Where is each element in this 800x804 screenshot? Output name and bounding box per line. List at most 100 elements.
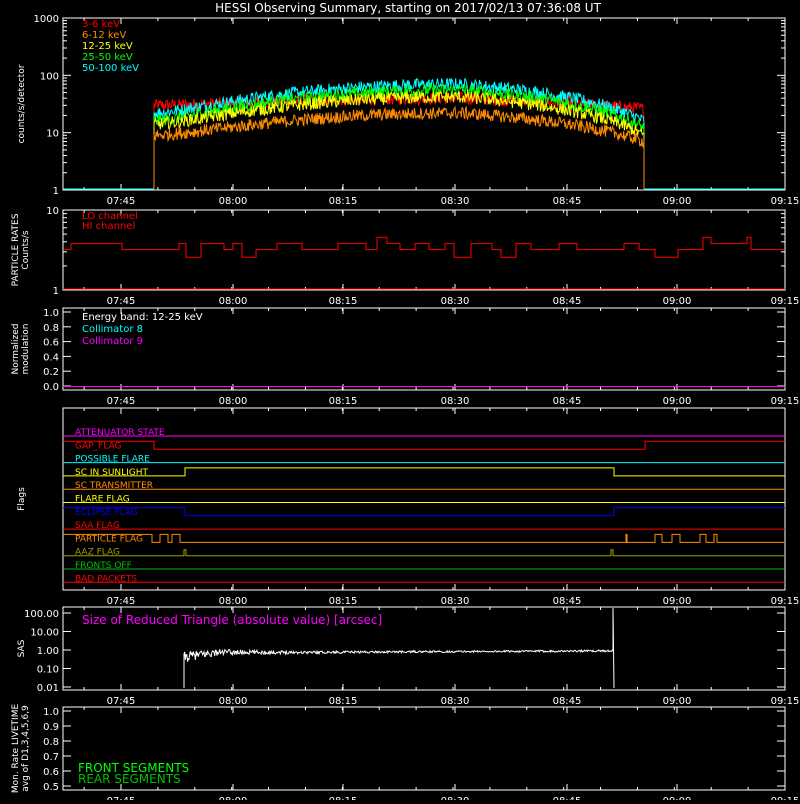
time-tick-label: 09:00 bbox=[663, 396, 692, 407]
time-tick-label: 09:00 bbox=[663, 796, 692, 800]
flag-trace bbox=[63, 440, 785, 450]
y-tick-label: 0.0 bbox=[43, 382, 59, 393]
flag-label: GAP_FLAG bbox=[75, 441, 121, 451]
time-tick-label: 09:00 bbox=[663, 296, 692, 307]
time-tick-label: 09:15 bbox=[771, 596, 800, 607]
y-tick-label: 100.00 bbox=[24, 609, 59, 620]
panel-modulation: 07:45 08:00 08:15 08:30 08:45 09:00 09:15 Norma… bbox=[11, 307, 800, 407]
y-tick-label: 0.9 bbox=[43, 722, 59, 733]
time-tick-label: 08:30 bbox=[441, 696, 470, 707]
flag-label: PARTICLE FLAG bbox=[75, 534, 143, 544]
time-tick-label: 08:00 bbox=[219, 396, 248, 407]
time-tick-label: 07:45 bbox=[107, 396, 136, 407]
time-tick-label: 09:00 bbox=[663, 596, 692, 607]
time-tick-label: 08:45 bbox=[553, 796, 582, 800]
time-tick-label: 09:00 bbox=[663, 196, 692, 207]
time-tick-label: 08:15 bbox=[329, 696, 358, 707]
panel-sas: 07:45 08:00 08:15 08:30 08:45 09:00 09:15 SAS 0.… bbox=[17, 606, 800, 707]
time-tick-label: 09:15 bbox=[771, 796, 800, 800]
y-tick-label: 1000 bbox=[34, 14, 59, 25]
y-tick-label: 10 bbox=[46, 129, 59, 140]
y-tick-label: 100 bbox=[40, 71, 59, 82]
series-line-6-12-keV bbox=[153, 105, 645, 190]
y-axis-label: Normalized bbox=[11, 323, 21, 374]
energy-band-annotation: Energy band: 12-25 keV bbox=[82, 312, 203, 323]
time-tick-label: 08:30 bbox=[441, 596, 470, 607]
legend-entry: 12-25 keV bbox=[82, 41, 133, 52]
time-tick-label: 08:45 bbox=[553, 196, 582, 207]
time-tick-label: 08:45 bbox=[553, 696, 582, 707]
y-tick-label: 0.7 bbox=[43, 752, 59, 763]
y-tick-label: 0.6 bbox=[43, 338, 59, 349]
time-tick-label: 08:15 bbox=[329, 196, 358, 207]
y-tick-label: 10.00 bbox=[30, 628, 59, 639]
figure-canvas: HESSI Observing Summary, starting on 201… bbox=[11, 1, 800, 804]
y-axis-label: counts/s/detector bbox=[17, 64, 27, 143]
time-tick-label: 08:30 bbox=[441, 396, 470, 407]
y-tick-label: 10 bbox=[46, 206, 59, 217]
time-tick-label: 08:15 bbox=[329, 596, 358, 607]
panel-count-rates: 07:45 08:00 08:15 08:30 08:45 09:00 09:15 count… bbox=[17, 14, 799, 207]
y-axis-label: SAS bbox=[17, 639, 27, 657]
y-tick-label: 0.10 bbox=[37, 665, 59, 676]
y-tick-label: 1 bbox=[53, 286, 59, 297]
time-tick-label: 09:15 bbox=[771, 196, 800, 207]
legend-entry: Collimator 8 bbox=[82, 324, 143, 335]
time-tick-label: 08:30 bbox=[441, 296, 470, 307]
observing-summary-figure: HESSI Observing Summary, starting on 201… bbox=[0, 0, 800, 804]
legend-entry: 50-100 keV bbox=[82, 63, 139, 74]
legend-entry: 3-6 keV bbox=[82, 19, 120, 30]
y-tick-label: 1.0 bbox=[43, 707, 59, 718]
time-tick-label: 09:15 bbox=[771, 296, 800, 307]
time-tick-label: 09:00 bbox=[663, 696, 692, 707]
y-tick-label: 1.00 bbox=[37, 646, 59, 657]
time-tick-label: 08:00 bbox=[219, 296, 248, 307]
y-tick-label: 1.0 bbox=[43, 308, 59, 319]
time-tick-label: 08:00 bbox=[219, 796, 248, 800]
legend-entry: REAR SEGMENTS bbox=[78, 772, 181, 786]
time-tick-label: 08:15 bbox=[329, 396, 358, 407]
legend-entry: 25-50 keV bbox=[82, 52, 133, 63]
panel-flags: 07:45 08:00 08:15 08:30 08:45 09:00 09:15 Flags… bbox=[17, 407, 800, 607]
panel-frame bbox=[62, 407, 786, 591]
y-axis-label: modulation bbox=[21, 324, 31, 375]
flag-trace bbox=[63, 549, 785, 557]
y-tick-label: 0.6 bbox=[43, 767, 59, 778]
time-tick-label: 08:00 bbox=[219, 696, 248, 707]
panel-livetime: 07:45 08:00 08:15 08:30 08:45 09:00 09:15 Mon. … bbox=[11, 704, 800, 804]
figure-title: HESSI Observing Summary, starting on 201… bbox=[215, 1, 601, 15]
y-tick-label: 0.8 bbox=[43, 323, 59, 334]
time-tick-label: 08:45 bbox=[553, 596, 582, 607]
time-tick-label: 07:45 bbox=[107, 696, 136, 707]
time-tick-label: 07:45 bbox=[107, 296, 136, 307]
time-tick-label: 08:30 bbox=[441, 196, 470, 207]
time-tick-label: 08:45 bbox=[553, 396, 582, 407]
time-tick-label: 08:45 bbox=[553, 296, 582, 307]
y-tick-label: 0.8 bbox=[43, 737, 59, 748]
legend-entry: 6-12 keV bbox=[82, 30, 126, 41]
time-tick-label: 07:45 bbox=[107, 596, 136, 607]
sas-annotation: Size of Reduced Triangle (absolute value… bbox=[82, 613, 382, 627]
flag-trace bbox=[63, 507, 785, 517]
series-line-lo-channel bbox=[64, 236, 784, 258]
flag-trace bbox=[63, 467, 785, 477]
legend-entry: HI channel bbox=[82, 221, 135, 232]
y-axis-label: Counts/s bbox=[21, 230, 31, 269]
time-tick-label: 07:45 bbox=[107, 796, 136, 800]
time-tick-label: 09:15 bbox=[771, 396, 800, 407]
panel-particle-rates: 07:45 08:00 08:15 08:30 08:45 09:00 09:15 PARTI… bbox=[11, 206, 799, 307]
y-tick-label: 0.2 bbox=[43, 367, 59, 378]
time-tick-label: 07:45 bbox=[107, 196, 136, 207]
y-tick-label: 0.5 bbox=[43, 782, 59, 793]
flag-label: ECLIPSE FLAG bbox=[75, 508, 138, 518]
time-tick-label: 08:30 bbox=[441, 796, 470, 800]
y-axis-label: PARTICLE RATES bbox=[11, 213, 21, 286]
time-tick-label: 08:15 bbox=[329, 296, 358, 307]
time-tick-label: 08:00 bbox=[219, 196, 248, 207]
y-tick-label: 0.4 bbox=[43, 352, 59, 363]
y-tick-label: 1 bbox=[53, 186, 59, 197]
y-axis-label: Mon. Rate LIVETIME bbox=[11, 704, 21, 794]
time-tick-label: 09:15 bbox=[771, 696, 800, 707]
y-tick-label: 0.01 bbox=[37, 683, 59, 694]
flag-trace bbox=[63, 533, 785, 543]
